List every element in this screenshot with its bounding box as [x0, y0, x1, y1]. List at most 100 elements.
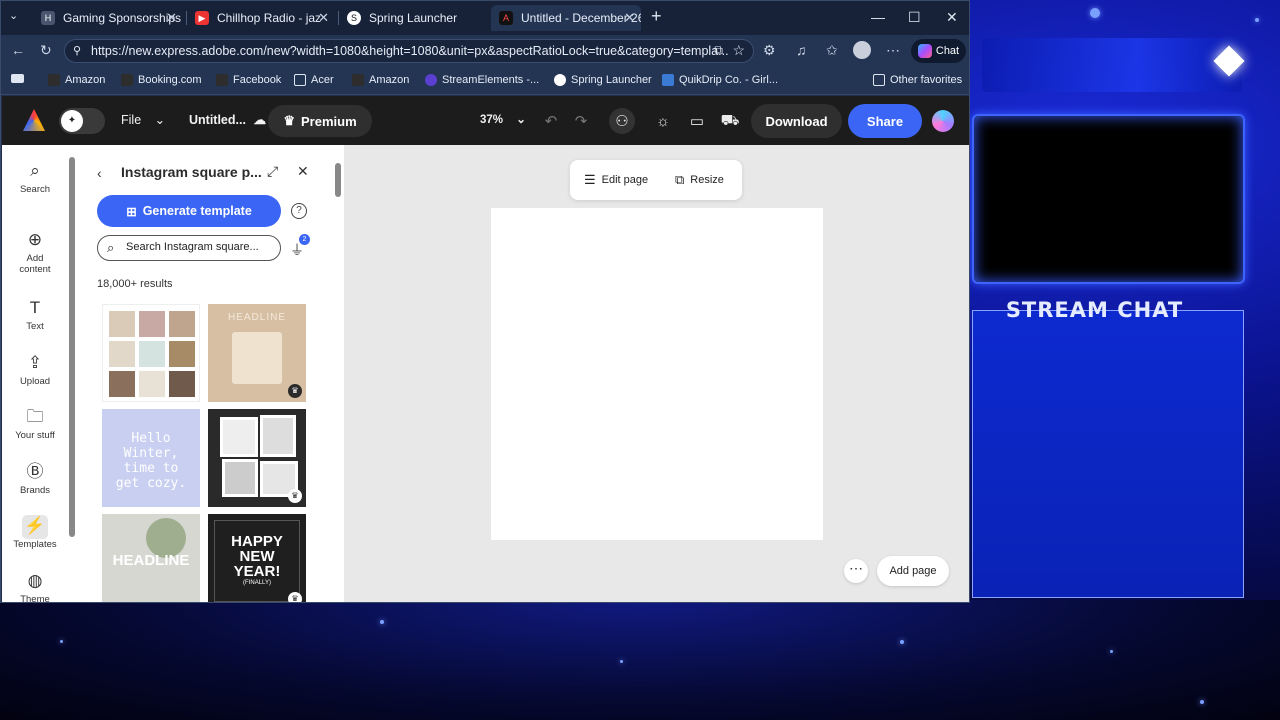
- scrollbar-thumb[interactable]: [335, 163, 341, 197]
- template-thumbnail[interactable]: HAPPY NEW YEAR! (FINALLY) ♛: [208, 514, 306, 602]
- rail-templates[interactable]: ⚡ Templates: [4, 515, 66, 550]
- premium-button[interactable]: ♛ Premium: [268, 105, 372, 137]
- tab-spring-launcher[interactable]: S Spring Launcher: [339, 5, 489, 31]
- rail-search[interactable]: ⌕ Search: [4, 160, 66, 195]
- generate-icon: ⊞: [126, 204, 137, 219]
- template-thumbnail[interactable]: Hello Winter, time to get cozy.: [102, 409, 200, 507]
- rail-theme[interactable]: ◍ Theme: [4, 570, 66, 602]
- chevron-down-icon: ⌄: [516, 114, 526, 126]
- premium-crown-icon: ♛: [288, 489, 302, 503]
- star-dot: [620, 660, 623, 663]
- template-thumbnail[interactable]: ♛: [208, 409, 306, 507]
- copilot-chat-button[interactable]: Chat: [911, 39, 966, 63]
- rail-label: Add content: [19, 253, 51, 275]
- premium-label: Premium: [301, 113, 357, 129]
- rail-label: Text: [26, 321, 44, 332]
- undo-icon[interactable]: ↶: [538, 108, 564, 134]
- bookmark-booking[interactable]: Booking.com: [121, 74, 202, 86]
- edit-page-button[interactable]: ☰ Edit page: [584, 172, 648, 188]
- rail-scrollbar[interactable]: [68, 145, 76, 602]
- star-dot: [1200, 700, 1204, 704]
- collections-icon[interactable]: [11, 74, 24, 83]
- tab-label: Gaming Sponsorships fo: [63, 11, 183, 25]
- close-window-icon[interactable]: ✕: [946, 9, 958, 26]
- artboard[interactable]: [491, 208, 823, 540]
- star-dot: [1110, 650, 1113, 653]
- panel-scrollbar[interactable]: [332, 145, 344, 602]
- tab-untitled-adobe[interactable]: A Untitled - December 26 ✕: [491, 5, 641, 31]
- back-icon[interactable]: ←: [11, 42, 25, 58]
- add-page-button[interactable]: Add page: [877, 556, 949, 586]
- tab-chillhop-radio[interactable]: ▶ Chillhop Radio - jaz ✕: [187, 5, 335, 31]
- open-in-app-icon[interactable]: ⧉: [714, 43, 723, 58]
- ai-toggle[interactable]: ✦: [59, 108, 105, 134]
- document-title-text: Untitled...: [189, 113, 246, 127]
- close-tab-icon[interactable]: ✕: [318, 10, 329, 26]
- download-button[interactable]: Download: [751, 104, 842, 138]
- user-avatar[interactable]: [932, 110, 954, 132]
- resize-button[interactable]: ⧉ Resize: [675, 172, 724, 188]
- bookmarks-bar: Amazon Booking.com Facebook Acer Amazon …: [1, 67, 969, 95]
- address-bar[interactable]: ⚲ https://new.express.adobe.com/new?widt…: [64, 39, 754, 63]
- rail-add-content[interactable]: ⊕ Add content: [4, 229, 66, 275]
- bookmark-quikdrip[interactable]: QuikDrip Co. - Girl...: [662, 74, 778, 86]
- bookmark-amazon[interactable]: Amazon: [48, 74, 105, 86]
- share-button[interactable]: Share: [848, 104, 922, 138]
- bookmark-amazon-2[interactable]: Amazon: [352, 74, 409, 86]
- new-tab-icon[interactable]: +: [651, 6, 662, 27]
- generate-template-button[interactable]: ⊞ Generate template: [97, 195, 281, 227]
- bookmark-spring-launcher[interactable]: Spring Launcher: [554, 74, 652, 86]
- favorites-icon[interactable]: ✩: [826, 42, 838, 59]
- page-toolbar: ☰ Edit page ⧉ Resize: [570, 160, 742, 200]
- site-info-icon[interactable]: ⚲: [73, 44, 81, 57]
- template-search-input[interactable]: ⌕ Search Instagram square...: [97, 235, 281, 261]
- profile-avatar[interactable]: [853, 41, 871, 59]
- template-thumbnail[interactable]: [102, 304, 200, 402]
- more-options-icon[interactable]: ⋯: [844, 559, 868, 583]
- zoom-control[interactable]: 37% ⌄: [480, 112, 526, 126]
- bookmark-streamelements[interactable]: StreamElements -...: [425, 74, 539, 86]
- back-icon[interactable]: ‹: [97, 165, 102, 181]
- rail-text[interactable]: T Text: [4, 297, 66, 332]
- templates-icon: ⚡: [22, 515, 48, 539]
- redo-icon[interactable]: ↷: [568, 108, 594, 134]
- more-menu-icon[interactable]: ⋯: [886, 42, 900, 59]
- close-icon[interactable]: ✕: [297, 163, 309, 180]
- scrollbar-thumb[interactable]: [69, 157, 75, 537]
- templates-panel: ‹ Instagram square p... ⤢ ✕ ⊞ Generate te…: [76, 145, 332, 602]
- collaborate-icon[interactable]: ⚇: [609, 108, 635, 134]
- music-icon[interactable]: ♫: [796, 42, 807, 58]
- tab-gaming-sponsorships[interactable]: H Gaming Sponsorships fo ✕: [33, 5, 183, 31]
- help-icon[interactable]: ?: [291, 203, 307, 219]
- bookmark-acer[interactable]: Acer: [294, 74, 334, 86]
- rail-upload[interactable]: ⇪ Upload: [4, 352, 66, 387]
- results-count: 18,000+ results: [97, 278, 173, 290]
- close-tab-icon[interactable]: ✕: [624, 10, 635, 26]
- lightbulb-icon[interactable]: ☼: [650, 108, 676, 134]
- upload-icon: ⇪: [27, 353, 43, 372]
- rail-brands[interactable]: Ⓑ Brands: [4, 461, 66, 496]
- rail-your-stuff[interactable]: 🗀 Your stuff: [4, 406, 66, 441]
- template-thumbnail[interactable]: HEADLINE: [102, 514, 200, 602]
- close-tab-icon[interactable]: ✕: [166, 10, 177, 26]
- extensions-icon[interactable]: ⚙: [763, 42, 776, 59]
- template-thumbnail[interactable]: HEADLINE ♛: [208, 304, 306, 402]
- bookmark-facebook[interactable]: Facebook: [216, 74, 281, 86]
- overlay-banner: [982, 38, 1242, 92]
- comment-icon[interactable]: ▭: [684, 108, 710, 134]
- adobe-express-logo-icon[interactable]: [23, 109, 45, 131]
- minimize-icon[interactable]: —: [871, 9, 885, 25]
- other-favorites[interactable]: Other favorites: [873, 74, 962, 86]
- filter-count-badge: 2: [299, 234, 310, 245]
- panel-title: Instagram square p...: [121, 164, 262, 180]
- document-title[interactable]: Untitled... ☁: [189, 112, 266, 127]
- schedule-icon[interactable]: ⛟: [717, 108, 743, 134]
- rail-label: Your stuff: [15, 430, 55, 441]
- file-menu[interactable]: File ⌄: [121, 112, 165, 127]
- rail-label: Search: [19, 184, 51, 195]
- refresh-icon[interactable]: ↻: [40, 42, 52, 59]
- maximize-icon[interactable]: ☐: [908, 9, 921, 26]
- tab-actions-icon[interactable]: ⌄: [9, 9, 18, 22]
- favorite-star-icon[interactable]: ☆: [732, 42, 745, 59]
- expand-icon[interactable]: ⤢: [267, 163, 278, 180]
